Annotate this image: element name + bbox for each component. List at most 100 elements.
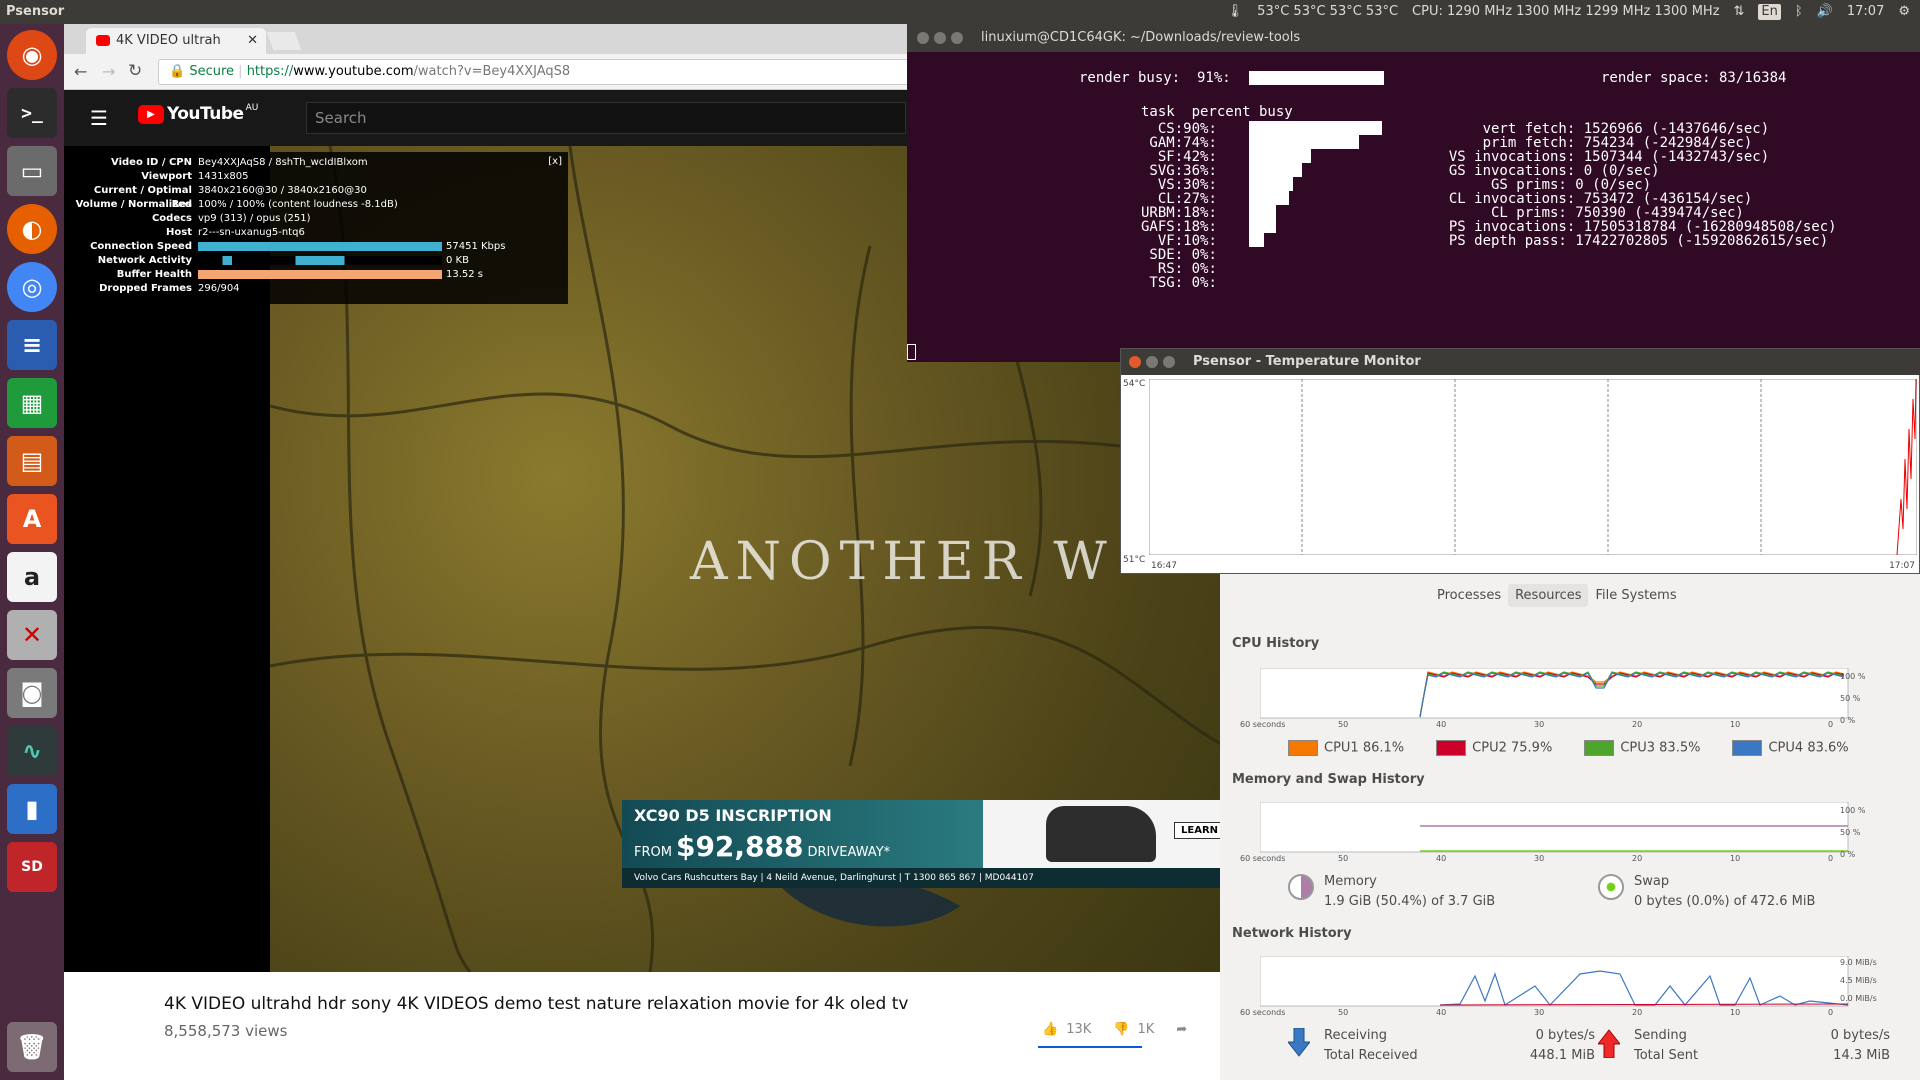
cpu-legend-item[interactable]: CPU2 75.9% [1436, 740, 1552, 756]
task-header: task percent busy [1141, 104, 1293, 120]
counter-line: GS invocations: 0 (0/sec) [1432, 163, 1660, 179]
download-arrow-icon [1286, 1027, 1312, 1058]
volvo-ad-banner[interactable]: XC90 D5 INSCRIPTION FROM $92,888 DRIVEAW… [622, 800, 1224, 888]
cpu-legend-item[interactable]: CPU3 83.5% [1584, 740, 1700, 756]
video-overlay-title: ANOTHER W [690, 532, 1115, 592]
camera-icon[interactable]: ◙ [7, 668, 57, 718]
psensor-icon[interactable]: ▮ [7, 784, 57, 834]
cpu-color-swatch[interactable] [1584, 740, 1615, 756]
close-icon[interactable] [917, 32, 929, 44]
system-monitor-icon[interactable]: ∿ [7, 726, 57, 776]
software-center-icon[interactable]: A [7, 494, 57, 544]
stats-rows: Video ID / CPN Bey4XXJAqS8 / 8shTh_wcIdIB… [74, 156, 554, 296]
cpu-color-swatch[interactable] [1288, 740, 1318, 756]
gear-icon[interactable]: ⚙ [1898, 0, 1910, 24]
hamburger-menu-icon[interactable]: ☰ [90, 106, 108, 130]
sd-card-icon[interactable]: SD [7, 842, 57, 892]
task-bar [1249, 233, 1264, 247]
psensor-title: Psensor - Temperature Monitor [1193, 354, 1421, 369]
calc-icon[interactable]: ▦ [7, 378, 57, 428]
terminal-icon[interactable]: >_ [7, 88, 57, 138]
network-arrows-icon[interactable]: ⇅ [1734, 0, 1745, 24]
chrome-icon[interactable]: ◎ [7, 262, 57, 312]
writer-icon[interactable]: ≡ [7, 320, 57, 370]
stats-value: 57451 Kbps [446, 241, 506, 252]
dislike-count[interactable]: 1K [1137, 1022, 1154, 1037]
x-tick: 60 seconds [1240, 854, 1286, 863]
bluetooth-icon[interactable]: ᛒ [1795, 0, 1803, 24]
settings-icon[interactable]: ✕ [7, 610, 57, 660]
reload-icon[interactable]: ↻ [128, 61, 142, 81]
stats-key: Host [166, 227, 192, 238]
tab-youtube[interactable]: 4K VIDEO ultrah ✕ [86, 28, 266, 54]
tab-resources[interactable]: Resources [1508, 584, 1589, 607]
amazon-icon[interactable]: a [7, 552, 57, 602]
x-tick: 0 [1828, 854, 1834, 863]
search-input[interactable]: Search [306, 102, 906, 134]
new-tab-button[interactable] [266, 32, 302, 50]
thumbs-up-icon[interactable]: 👍 [1042, 1022, 1058, 1037]
thumbs-down-icon[interactable]: 👎 [1113, 1022, 1129, 1037]
stats-for-nerds-panel: [x] Video ID / CPN Bey4XXJAqS8 / 8shTh_wc… [74, 152, 568, 304]
counter-line: CL invocations: 753472 (-436154/sec) [1432, 191, 1753, 207]
total-received-value: 448.1 MiB [1529, 1048, 1595, 1063]
tab-file-systems[interactable]: File Systems [1588, 584, 1683, 607]
firefox-icon[interactable]: ◐ [7, 204, 57, 254]
cpu-name: CPU4 [1768, 740, 1804, 756]
stats-key: Current / Optimal Res [93, 185, 192, 210]
x-tick: 10 [1730, 854, 1741, 863]
cpu-color-swatch[interactable] [1436, 740, 1467, 756]
x-tick: 40 [1436, 720, 1447, 729]
cpu-legend-item[interactable]: CPU1 86.1% [1288, 740, 1404, 756]
x-tick: 20 [1632, 720, 1643, 729]
youtube-logo[interactable]: ▶ YouTube AU [138, 103, 258, 124]
unity-launcher: ◉ >_ ▭ ◐ ◎ ≡ ▦ ▤ A a ✕ ◙ ∿ ▮ SD 🗑 [0, 24, 64, 1080]
counter-line: PS invocations: 17505318784 (-1628094850… [1432, 219, 1837, 235]
maximize-icon[interactable] [951, 32, 963, 44]
system-monitor-window[interactable]: Processes Resources File Systems CPU His… [1220, 574, 1920, 1080]
stats-value: 1431x805 [198, 171, 249, 182]
active-app-name: Psensor [6, 4, 65, 19]
counter-line: vert fetch: 1526966 (-1437646/sec) [1432, 121, 1770, 137]
clock[interactable]: 17:07 [1847, 0, 1884, 24]
task-row: GAFS:18%: [1141, 219, 1276, 235]
temperature-readout[interactable]: 53°C 53°C 53°C 53°C [1257, 0, 1398, 24]
memory-history-title: Memory and Swap History [1232, 772, 1425, 787]
close-icon[interactable]: ✕ [247, 28, 258, 54]
like-count[interactable]: 13K [1066, 1022, 1091, 1037]
stats-key: Connection Speed [90, 241, 192, 252]
tab-processes[interactable]: Processes [1430, 584, 1508, 607]
stats-row: Dropped Frames 296/904 [74, 282, 554, 296]
total-received-label: Total Received [1324, 1048, 1418, 1063]
maximize-icon[interactable] [1163, 356, 1175, 368]
cpu-history-graph [1260, 668, 1849, 719]
share-icon[interactable]: ➦ [1176, 1022, 1187, 1037]
impress-icon[interactable]: ▤ [7, 436, 57, 486]
cpu-frequency-readout[interactable]: CPU: 1290 MHz 1300 MHz 1299 MHz 1300 MHz [1412, 0, 1719, 24]
psensor-window[interactable]: Psensor - Temperature Monitor 54°C 51°C … [1120, 348, 1920, 574]
render-space-label: render space: 83/16384 [1601, 70, 1787, 86]
task-row: GAM:74%: [1141, 135, 1359, 151]
ubuntu-dash-icon[interactable]: ◉ [7, 30, 57, 80]
file-manager-icon[interactable]: ▭ [7, 146, 57, 196]
thermometer-icon[interactable]: 🌡 [1227, 0, 1244, 24]
counter-line: prim fetch: 754234 (-242984/sec) [1432, 135, 1753, 151]
volume-icon[interactable]: 🔊 [1817, 0, 1833, 24]
rating-bar: 👍 13K 👎 1K ➦ [1042, 1022, 1187, 1037]
render-busy-bar [1249, 71, 1384, 85]
cpu-legend-item[interactable]: CPU4 83.6% [1732, 740, 1849, 756]
task-bar [1249, 163, 1303, 177]
ad-learn-button[interactable]: LEARN [1174, 822, 1224, 839]
minimize-icon[interactable] [1146, 356, 1158, 368]
back-icon[interactable]: ← [74, 62, 87, 81]
url-host: www.youtube.com [293, 64, 414, 79]
task-bar [1249, 177, 1294, 191]
keyboard-language[interactable]: En [1758, 4, 1781, 20]
terminal-window[interactable]: linuxium@CD1C64GK: ~/Downloads/review-to… [907, 24, 1920, 362]
forward-icon[interactable]: → [102, 62, 115, 81]
trash-icon[interactable]: 🗑 [7, 1022, 57, 1072]
close-icon[interactable] [1129, 356, 1141, 368]
minimize-icon[interactable] [934, 32, 946, 44]
cpu-color-swatch[interactable] [1732, 740, 1763, 756]
receiving-rate: 0 bytes/s [1535, 1028, 1595, 1043]
